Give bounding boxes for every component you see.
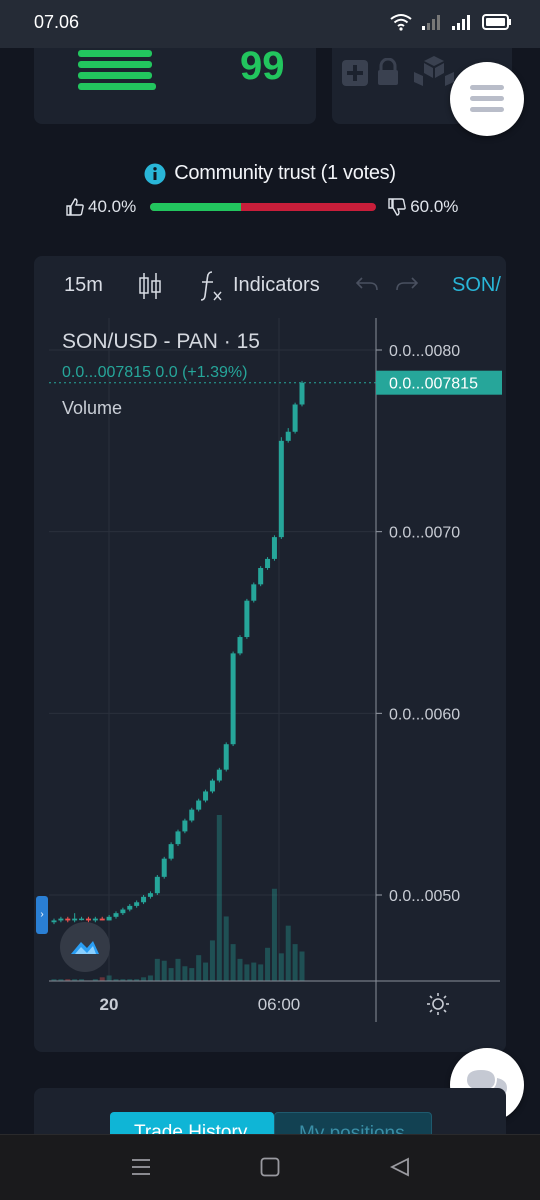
candle-body (154, 876, 160, 894)
system-nav-bar (0, 1134, 540, 1200)
candle-body (127, 905, 133, 910)
volume-bar (299, 951, 305, 981)
y-tick-label: 0.0...0070 (389, 525, 460, 542)
candle-body (182, 820, 188, 832)
candle-body (134, 902, 140, 906)
candle-body (120, 909, 126, 914)
volume-bar (285, 925, 291, 981)
volume-bar (196, 955, 202, 981)
volume-bar (99, 977, 105, 981)
candle-body (106, 916, 112, 921)
volume-bar (189, 968, 195, 981)
candle-body (113, 913, 119, 917)
recent-apps-icon[interactable] (131, 1157, 151, 1177)
volume-bar (147, 975, 153, 981)
volume-bar (223, 916, 229, 981)
candle-body (196, 800, 202, 810)
chart-settings-sun-icon[interactable] (426, 992, 450, 1016)
candle-body (292, 404, 298, 432)
x-tick-label: 06:00 (258, 995, 301, 1014)
volume-bar (106, 975, 112, 981)
candle-body (299, 382, 305, 405)
chart-legend-title: SON/USD - PAN · 15 (62, 330, 260, 353)
candle-body (141, 896, 147, 903)
candle-body (203, 791, 209, 801)
volume-bar (265, 947, 271, 981)
candle-body (223, 744, 229, 770)
candle-body (99, 918, 105, 921)
volume-bar (230, 944, 236, 981)
volume-bar (182, 966, 188, 981)
chart-brand-logo (60, 922, 110, 972)
y-tick-label: 0.0...0060 (389, 706, 460, 723)
y-tick-label: 0.0...0080 (389, 343, 460, 360)
candle-body (258, 568, 264, 585)
candle-body (161, 858, 167, 877)
volume-bar (244, 964, 250, 981)
volume-bar (168, 968, 174, 981)
candle-body (79, 918, 85, 921)
candle-body (285, 431, 291, 441)
volume-bar (216, 815, 222, 981)
volume-bar (154, 958, 160, 981)
volume-bar (271, 888, 277, 981)
x-tick-label: 20 (100, 995, 119, 1014)
candle-body (251, 584, 257, 601)
y-tick-label: 0.0...0050 (389, 888, 460, 905)
candle-body (175, 831, 181, 845)
volume-bar (209, 940, 215, 981)
candle-body (85, 918, 91, 921)
volume-bar (175, 958, 181, 981)
candle-body (51, 920, 57, 923)
tradingview-logo-icon (71, 941, 99, 954)
candle-body (265, 558, 271, 568)
volume-bar (161, 960, 167, 981)
candle-body (58, 918, 64, 921)
candle-body (168, 844, 174, 859)
candle-body (278, 440, 284, 538)
candlestick-chart[interactable]: 0.0...0050 0.0...0060 0.0...0070 0.0...0080… (0, 0, 540, 1060)
candle-body (92, 918, 98, 921)
candle-body (244, 600, 250, 638)
candle-body (209, 780, 215, 792)
last-price-label: 0.0...007815 (389, 376, 478, 393)
volume-bar (141, 977, 147, 981)
volume-bar (251, 962, 257, 981)
candle-body (189, 809, 195, 821)
volume-bar (258, 964, 264, 981)
candle-body (237, 637, 243, 654)
back-icon[interactable] (390, 1157, 410, 1177)
volume-bar (278, 953, 284, 981)
volume-bar (292, 944, 298, 981)
home-icon[interactable] (260, 1157, 280, 1177)
candle-body (216, 769, 222, 781)
chart-legend-volume: Volume (62, 398, 123, 418)
volume-bar (203, 962, 209, 981)
expand-panel-handle[interactable]: › (36, 896, 48, 934)
candle-body (65, 918, 71, 921)
volume-bar (237, 958, 243, 981)
candle-body (230, 653, 236, 745)
chart-legend-ohlc: 0.0...007815 0.0 (+1.39%) (62, 364, 248, 381)
candle-body (147, 893, 153, 897)
candle-body (72, 918, 78, 921)
candle-body (271, 537, 277, 559)
